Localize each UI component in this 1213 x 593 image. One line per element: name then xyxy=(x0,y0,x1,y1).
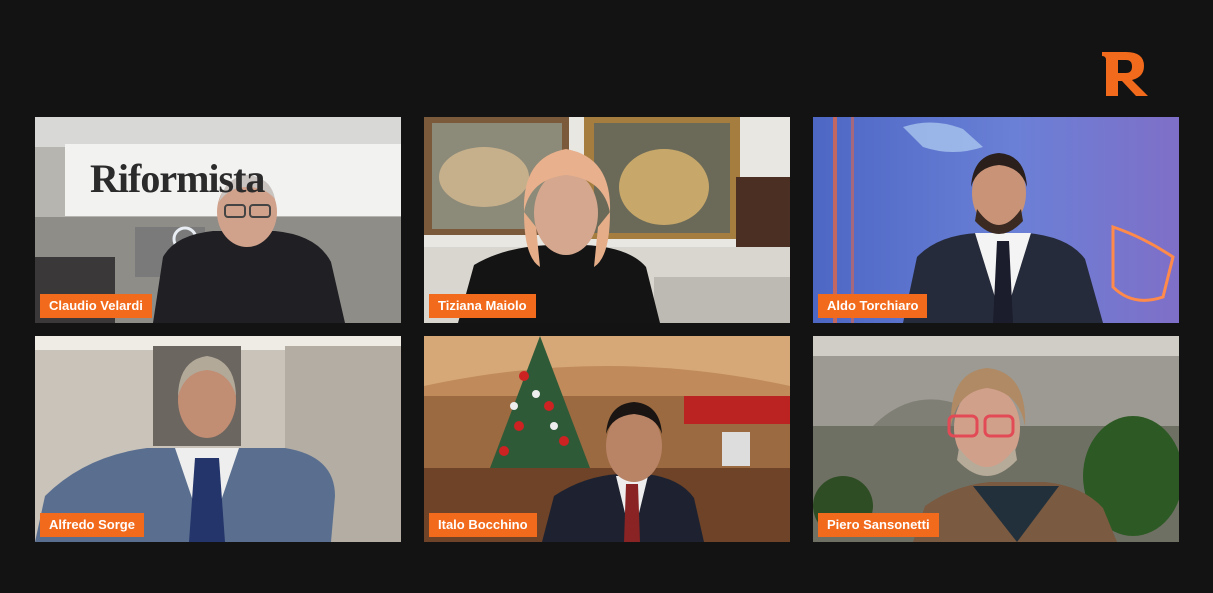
participant-video xyxy=(424,117,790,323)
participant-video xyxy=(35,336,401,542)
riformista-r-logo-icon xyxy=(1102,52,1148,96)
participant-video xyxy=(813,336,1179,542)
participant-name-tag: Aldo Torchiaro xyxy=(818,294,928,318)
video-tile-piero-sansonetti[interactable]: Piero Sansonetti xyxy=(813,336,1179,542)
participant-name-tag: Tiziana Maiolo xyxy=(429,294,536,318)
video-tile-tiziana-maiolo[interactable]: Tiziana Maiolo xyxy=(424,117,790,323)
participant-video xyxy=(424,336,790,542)
video-tile-italo-bocchino[interactable]: Italo Bocchino xyxy=(424,336,790,542)
participant-name-tag: Piero Sansonetti xyxy=(818,513,939,537)
background-sign: Riformista xyxy=(90,156,265,201)
participant-name-tag: Italo Bocchino xyxy=(429,513,537,537)
video-tile-aldo-torchiaro[interactable]: Aldo Torchiaro xyxy=(813,117,1179,323)
video-tile-alfredo-sorge[interactable]: Alfredo Sorge xyxy=(35,336,401,542)
participant-video xyxy=(813,117,1179,323)
participant-name-tag: Alfredo Sorge xyxy=(40,513,144,537)
participant-video xyxy=(35,117,401,323)
video-tile-claudio-velardi[interactable]: Riformista Claudio Velardi xyxy=(35,117,401,323)
video-conference-stage: Riformista Claudio Velardi Tiziana Maiol… xyxy=(0,0,1213,593)
participant-name-tag: Claudio Velardi xyxy=(40,294,152,318)
